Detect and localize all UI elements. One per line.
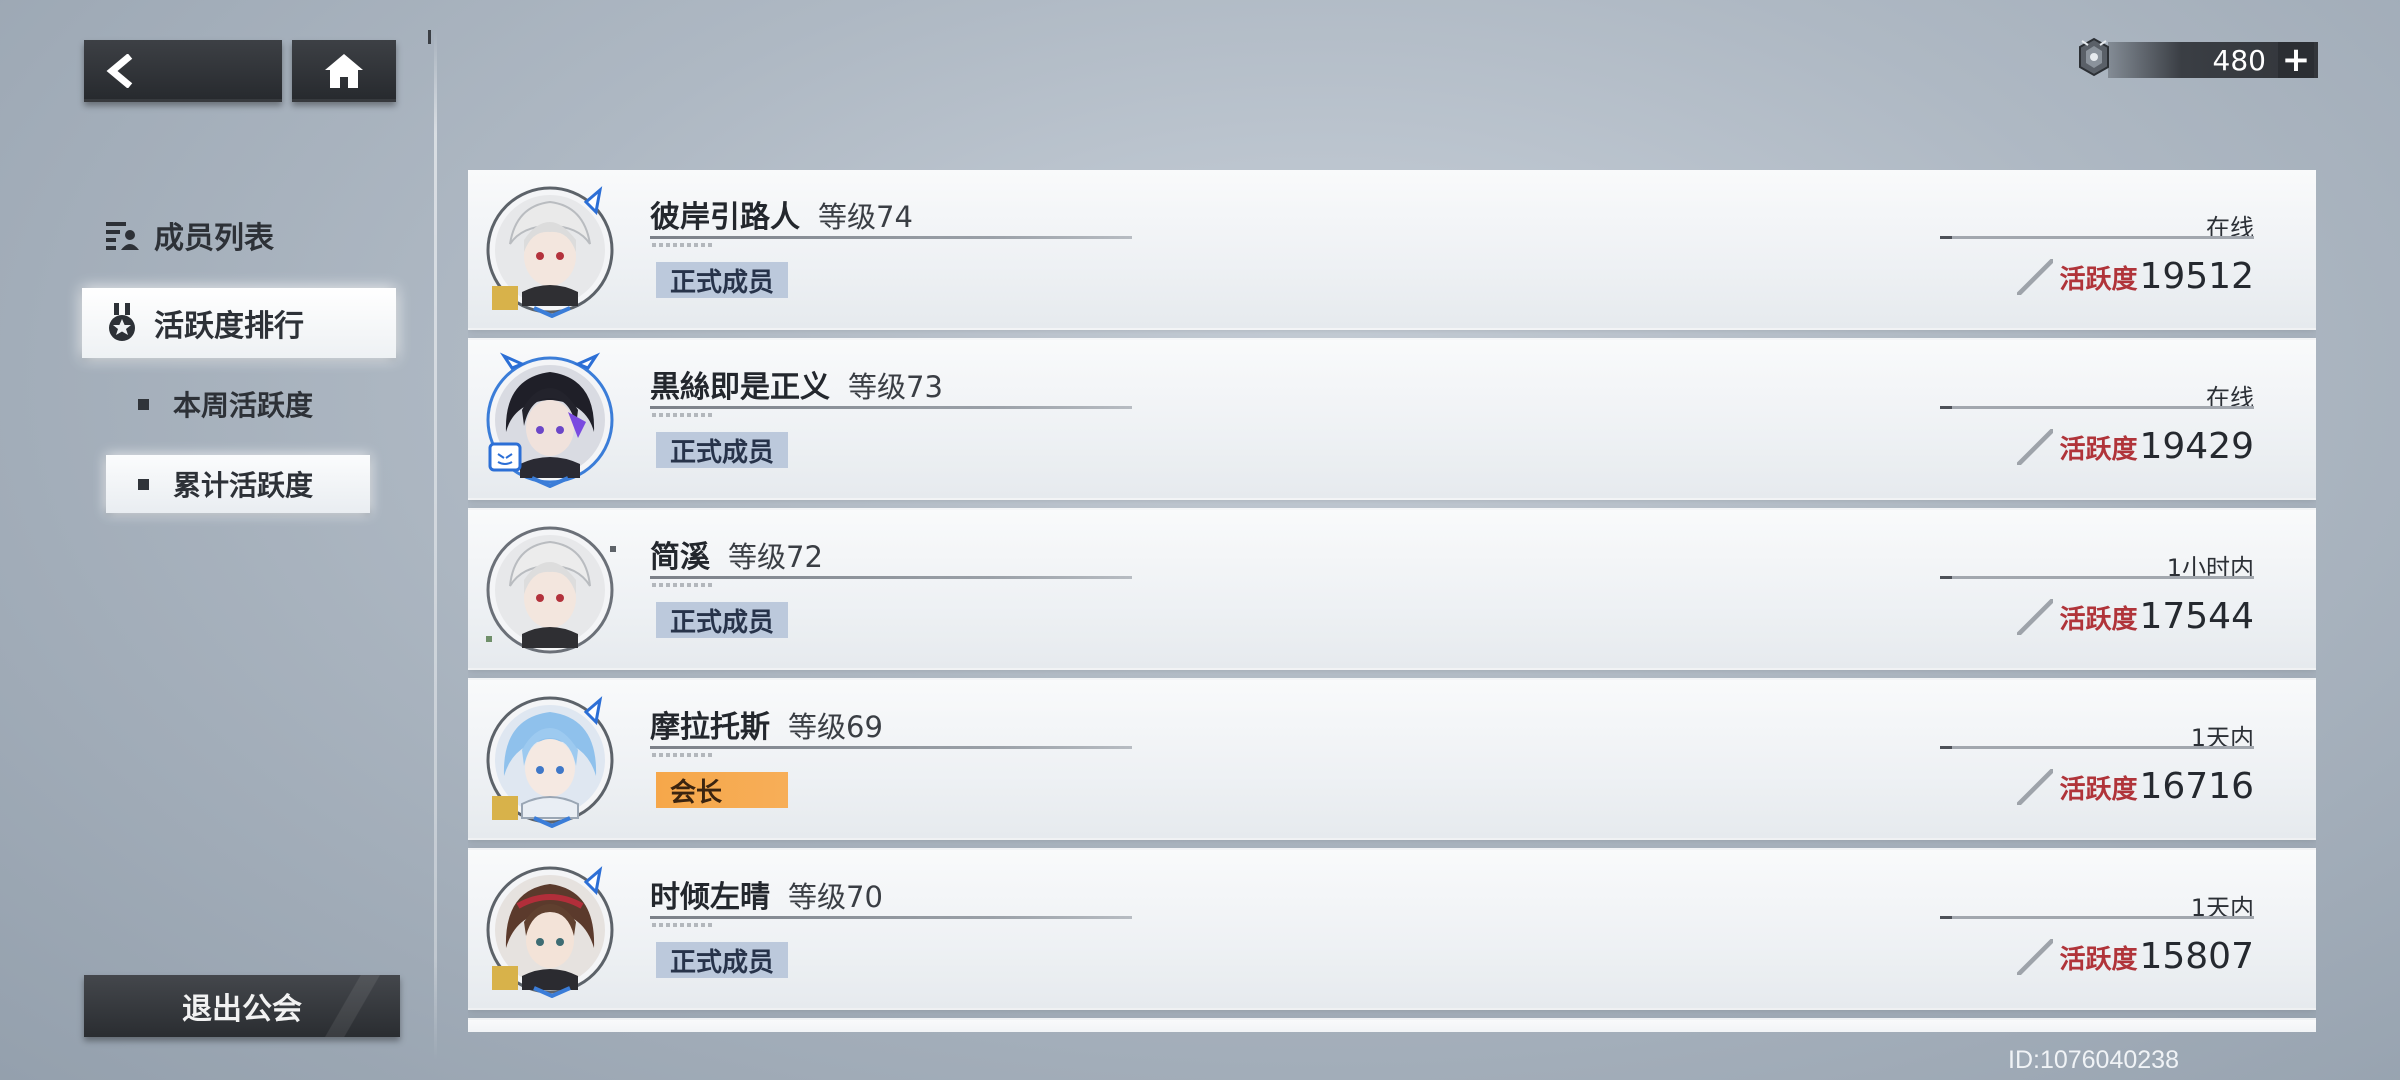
menu-activity-ranking[interactable]: 活跃度排行 xyxy=(82,288,396,358)
member-activity: 活跃度 15807 xyxy=(2017,936,2254,977)
bullet-square xyxy=(138,478,149,490)
back-arrow-icon xyxy=(106,54,133,88)
member-level: 等级70 xyxy=(788,880,883,914)
activity-label: 活跃度 xyxy=(2059,435,2138,465)
menu-activity-ranking-label: 活跃度排行 xyxy=(154,309,304,344)
name-underline xyxy=(650,746,1132,749)
member-card-partial[interactable] xyxy=(468,1020,2316,1032)
member-role-badge: 正式成员 xyxy=(656,262,788,298)
submenu-total-activity[interactable]: 累计活跃度 xyxy=(106,455,370,513)
status-underline xyxy=(1940,236,2254,239)
member-card[interactable]: 时倾左晴 等级70 正式成员 1天内 活跃度 15807 xyxy=(468,850,2316,1008)
activity-value: 19512 xyxy=(2139,256,2254,297)
activity-value: 17544 xyxy=(2139,596,2254,637)
decorative-micro-text xyxy=(652,923,712,927)
slash-decor-icon xyxy=(2017,938,2054,975)
activity-label: 活跃度 xyxy=(2059,945,2138,975)
member-name-row: 黒絲即是正义 等级73 xyxy=(650,362,943,406)
activity-label: 活跃度 xyxy=(2059,605,2138,635)
member-avatar-icon[interactable] xyxy=(482,862,618,998)
member-role-badge: 正式成员 xyxy=(656,602,788,638)
status-underline xyxy=(1940,576,2254,579)
member-level: 等级73 xyxy=(848,370,943,404)
member-activity: 活跃度 19429 xyxy=(2017,426,2254,467)
status-underline xyxy=(1940,406,2254,409)
decorative-micro-text xyxy=(652,583,712,587)
slash-decor-icon xyxy=(2017,768,2054,805)
member-activity: 活跃度 17544 xyxy=(2017,596,2254,637)
leave-guild-button[interactable]: 退出公会 xyxy=(84,975,400,1037)
member-card[interactable]: 简溪 等级72 正式成员 1小时内 活跃度 17544 xyxy=(468,510,2316,668)
member-name-row: 摩拉托斯 等级69 xyxy=(650,702,883,746)
member-list[interactable]: 彼岸引路人 等级74 正式成员 在线 活跃度 19512 黒絲即是正义 等级73… xyxy=(468,170,2316,1032)
member-activity: 活跃度 19512 xyxy=(2017,256,2254,297)
member-name-row: 时倾左晴 等级70 xyxy=(650,872,883,916)
member-card[interactable]: 黒絲即是正义 等级73 正式成员 在线 活跃度 19429 xyxy=(468,340,2316,498)
menu-member-list-label: 成员列表 xyxy=(154,221,274,256)
home-icon xyxy=(325,54,363,88)
name-underline xyxy=(650,406,1132,409)
activity-value: 19429 xyxy=(2139,426,2254,467)
submenu-weekly-activity[interactable]: 本周活跃度 xyxy=(106,375,370,433)
sidebar-divider xyxy=(434,30,437,1060)
member-level: 等级74 xyxy=(818,200,913,234)
member-name-row: 简溪 等级72 xyxy=(650,532,823,576)
status-underline xyxy=(1940,916,2254,919)
divider-tick xyxy=(428,30,431,44)
member-name: 彼岸引路人 xyxy=(650,200,800,235)
decorative-micro-text xyxy=(652,243,712,247)
name-underline xyxy=(650,576,1132,579)
member-name: 摩拉托斯 xyxy=(650,710,770,745)
decorative-micro-text xyxy=(652,413,712,417)
submenu-weekly-activity-label: 本周活跃度 xyxy=(173,389,314,422)
slash-decor-icon xyxy=(2017,258,2054,295)
member-card[interactable]: 摩拉托斯 等级69 会长 1天内 活跃度 16716 xyxy=(468,680,2316,838)
medal-icon xyxy=(104,303,140,341)
activity-value: 15807 xyxy=(2139,936,2254,977)
member-activity: 活跃度 16716 xyxy=(2017,766,2254,807)
currency-display: 480 + xyxy=(2070,37,2318,80)
member-level: 等级69 xyxy=(788,710,883,744)
home-button[interactable] xyxy=(292,40,396,102)
member-name: 黒絲即是正义 xyxy=(650,370,830,405)
member-avatar-icon[interactable] xyxy=(482,352,618,488)
member-role-badge: 正式成员 xyxy=(656,942,788,978)
slash-decor-icon xyxy=(2017,428,2054,465)
bullet-square xyxy=(138,398,149,410)
member-name-row: 彼岸引路人 等级74 xyxy=(650,192,913,236)
back-button[interactable] xyxy=(84,40,282,102)
player-id: ID:1076040238 xyxy=(2008,1046,2179,1074)
member-name: 时倾左晴 xyxy=(650,880,770,915)
member-name: 简溪 xyxy=(650,540,710,575)
activity-label: 活跃度 xyxy=(2059,775,2138,805)
member-list-icon xyxy=(104,217,140,253)
slash-decor-icon xyxy=(2017,598,2054,635)
submenu-total-activity-label: 累计活跃度 xyxy=(173,469,314,502)
status-underline xyxy=(1940,746,2254,749)
name-underline xyxy=(650,916,1132,919)
leave-guild-label: 退出公会 xyxy=(182,992,302,1027)
member-level: 等级72 xyxy=(728,540,823,574)
menu-member-list[interactable]: 成员列表 xyxy=(82,200,396,270)
decorative-micro-text xyxy=(652,753,712,757)
activity-value: 16716 xyxy=(2139,766,2254,807)
member-role-badge: 正式成员 xyxy=(656,432,788,468)
member-role-badge-leader: 会长 xyxy=(656,772,788,808)
crystal-icon xyxy=(2079,37,2109,77)
activity-label: 活跃度 xyxy=(2059,265,2138,295)
member-avatar-icon[interactable] xyxy=(482,522,618,658)
name-underline xyxy=(650,236,1132,239)
member-avatar-icon[interactable] xyxy=(482,692,618,828)
member-avatar-icon[interactable] xyxy=(482,182,618,318)
add-currency-button[interactable]: + xyxy=(2278,40,2314,80)
member-card[interactable]: 彼岸引路人 等级74 正式成员 在线 活跃度 19512 xyxy=(468,170,2316,328)
